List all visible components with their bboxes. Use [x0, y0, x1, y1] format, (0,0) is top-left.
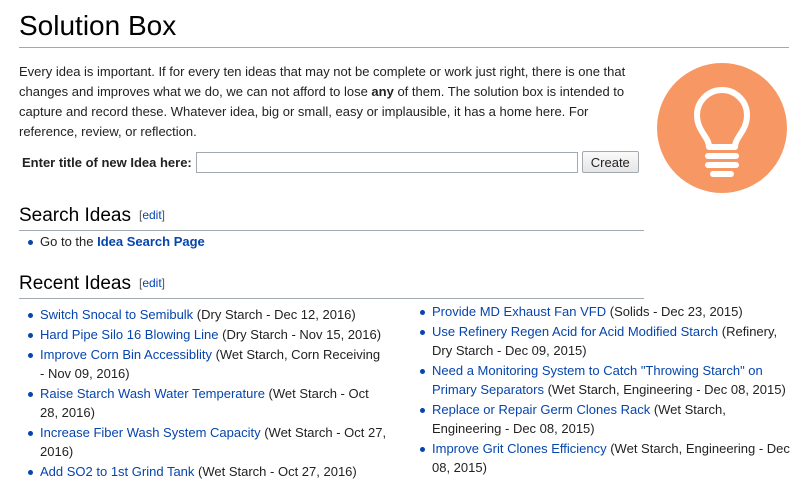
list-item: Use Refinery Regen Acid for Acid Modifie… [411, 322, 791, 360]
intro-paragraph: Every idea is important. If for every te… [19, 62, 641, 142]
search-edit-section: [edit] [138, 208, 166, 222]
idea-link[interactable]: Increase Fiber Wash System Capacity [40, 425, 261, 440]
idea-link[interactable]: Use Refinery Regen Acid for Acid Modifie… [432, 324, 718, 339]
idea-meta: (Dry Starch - Dec 12, 2016) [193, 307, 356, 322]
create-button[interactable]: Create [581, 151, 639, 173]
idea-link[interactable]: Improve Grit Clones Efficiency [432, 441, 607, 456]
list-item: Improve Corn Bin Accessiblity (Wet Starc… [19, 345, 387, 383]
lightbulb-icon [657, 63, 787, 193]
recent-ideas-right-list: Provide MD Exhaust Fan VFD (Solids - Dec… [411, 302, 791, 477]
list-item: Switch Snocal to Semibulk (Dry Starch - … [19, 305, 387, 324]
idea-link[interactable]: Improve Corn Bin Accessiblity [40, 347, 212, 362]
list-item: Increase Fiber Wash System Capacity (Wet… [19, 423, 387, 461]
list-item: Improve Grit Clones Efficiency (Wet Star… [411, 439, 791, 477]
idea-link[interactable]: Replace or Repair Germ Clones Rack [432, 402, 650, 417]
idea-meta: (Solids - Dec 23, 2015) [606, 304, 743, 319]
new-idea-title-input[interactable] [195, 151, 578, 173]
idea-link[interactable]: Provide MD Exhaust Fan VFD [432, 304, 606, 319]
idea-link[interactable]: Raise Starch Wash Water Temperature [40, 386, 265, 401]
idea-meta: (Dry Starch - Nov 15, 2016) [218, 327, 382, 342]
idea-search-page-link[interactable]: Idea Search Page [97, 234, 205, 249]
page-title: Solution Box [19, 9, 789, 48]
search-ideas-title: Search Ideas [19, 205, 131, 226]
list-item: Need a Monitoring System to Catch "Throw… [411, 361, 791, 399]
list-item: Add SO2 to 1st Grind Tank (Wet Starch - … [19, 462, 387, 481]
search-edit-link[interactable]: edit [142, 208, 161, 222]
new-idea-label: Enter title of new Idea here: [22, 154, 192, 170]
idea-link[interactable]: Switch Snocal to Semibulk [40, 307, 193, 322]
list-item: Provide MD Exhaust Fan VFD (Solids - Dec… [411, 302, 791, 321]
idea-link[interactable]: Hard Pipe Silo 16 Blowing Line [40, 327, 219, 342]
list-item: Hard Pipe Silo 16 Blowing Line (Dry Star… [19, 325, 387, 344]
list-item: Replace or Repair Germ Clones Rack (Wet … [411, 400, 791, 438]
idea-meta: (Wet Starch, Engineering - Dec 08, 2015) [543, 382, 786, 397]
recent-ideas-left-list: Switch Snocal to Semibulk (Dry Starch - … [19, 305, 387, 481]
list-item: Raise Starch Wash Water Temperature (Wet… [19, 384, 387, 422]
list-item: Go to the Idea Search Page [19, 232, 619, 251]
idea-meta: (Wet Starch - Oct 27, 2016) [194, 464, 357, 479]
intro-bold: any [371, 84, 394, 99]
search-item-prefix: Go to the [40, 234, 98, 249]
create-idea-form: Enter title of new Idea here: Create [22, 151, 639, 173]
search-ideas-heading: Search Ideas [edit] [19, 203, 644, 231]
idea-link[interactable]: Add SO2 to 1st Grind Tank [40, 464, 194, 479]
recent-ideas-heading: Recent Ideas [edit] [19, 271, 644, 299]
recent-edit-link[interactable]: edit [142, 276, 161, 290]
search-list: Go to the Idea Search Page [19, 232, 619, 251]
recent-ideas-title: Recent Ideas [19, 273, 131, 294]
recent-edit-section: [edit] [138, 276, 166, 290]
